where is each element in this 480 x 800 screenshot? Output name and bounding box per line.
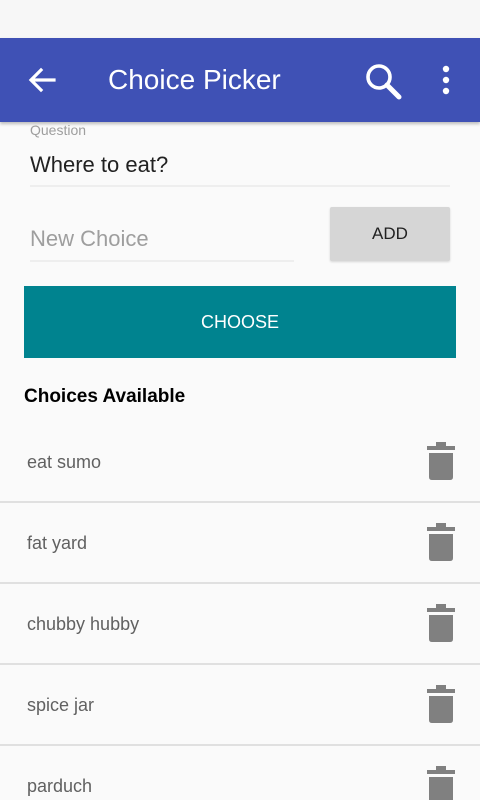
- new-choice-input[interactable]: New Choice: [30, 226, 149, 252]
- choice-label: fat yard: [27, 533, 88, 553]
- trash-icon[interactable]: [427, 604, 455, 642]
- choices-list: eat sumo fat yard chubby hubby spice jar: [0, 422, 480, 800]
- trash-icon[interactable]: [427, 766, 455, 800]
- list-item: chubby hubby: [0, 584, 480, 665]
- choices-section-title: Choices Available: [24, 386, 186, 407]
- trash-icon[interactable]: [427, 685, 455, 723]
- choose-button[interactable]: CHOOSE: [24, 286, 456, 358]
- question-underline: [30, 185, 450, 187]
- question-label: Question: [30, 122, 87, 138]
- question-input[interactable]: Where to eat?: [30, 152, 168, 178]
- new-choice-underline: [30, 260, 294, 262]
- list-item: spice jar: [0, 665, 480, 746]
- back-arrow-icon[interactable]: [26, 64, 58, 96]
- trash-icon[interactable]: [427, 523, 455, 561]
- choice-label: spice jar: [27, 695, 95, 715]
- app-title: Choice Picker: [108, 64, 281, 95]
- add-button[interactable]: ADD: [330, 207, 450, 261]
- choice-label: eat sumo: [27, 452, 102, 472]
- search-icon[interactable]: [362, 60, 404, 102]
- app-bar: Choice Picker: [0, 38, 480, 122]
- trash-icon[interactable]: [427, 442, 455, 480]
- list-item: parduch: [0, 746, 480, 800]
- more-vert-icon[interactable]: [436, 64, 456, 96]
- status-bar: [0, 0, 480, 38]
- list-item: eat sumo: [0, 422, 480, 503]
- list-item: fat yard: [0, 503, 480, 584]
- choice-label: parduch: [27, 776, 93, 796]
- choice-label: chubby hubby: [27, 614, 140, 634]
